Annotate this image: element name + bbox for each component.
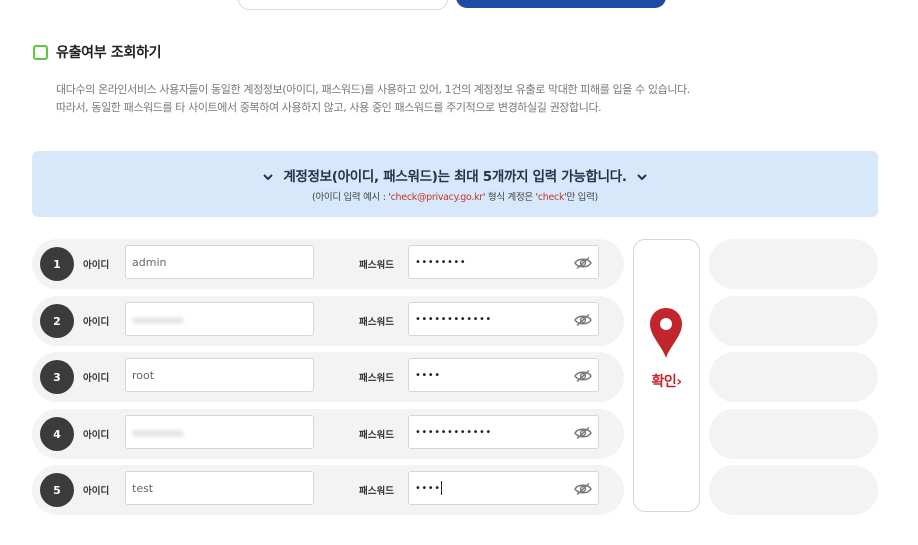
side-slot-5 (709, 465, 878, 515)
location-pin-icon (650, 308, 682, 358)
banner-subtitle: (아이디 입력 예시 : 'check@privacy.go.kr' 형식 계정… (32, 189, 878, 203)
password-value: •••• (415, 370, 441, 381)
id-label: 아이디 (83, 317, 110, 328)
account-row-2: 2 아이디 패스워드 •••••••••••• (32, 296, 624, 346)
banner-sub-suffix: '만 입력) (564, 192, 598, 203)
eye-slash-icon[interactable] (574, 369, 592, 383)
banner-sub-mid: ' 형식 계정은 ' (482, 192, 538, 203)
check-box-icon (33, 44, 48, 60)
password-input-2[interactable]: •••••••••••• (408, 302, 599, 336)
confirm-button[interactable]: 확인› (633, 239, 700, 512)
id-input-1[interactable]: admin (125, 245, 314, 279)
chevron-down-icon (636, 171, 647, 184)
eye-slash-icon[interactable] (574, 313, 592, 327)
account-row-4: 4 아이디 패스워드 •••••••••••• (32, 409, 624, 459)
account-row-1: 1 아이디 admin 패스워드 •••••••• (32, 239, 624, 289)
password-value: •••• (415, 483, 441, 494)
password-label: 패스워드 (359, 430, 394, 441)
id-label: 아이디 (83, 260, 110, 271)
info-banner[interactable]: 계정정보(아이디, 패스워드)는 최대 5개까지 입력 가능합니다. (아이디 … (32, 151, 878, 217)
top-right-button[interactable] (456, 0, 666, 8)
password-value: •••••••••••• (415, 427, 492, 438)
id-input-5[interactable]: test (125, 471, 314, 505)
banner-title: 계정정보(아이디, 패스워드)는 최대 5개까지 입력 가능합니다. (283, 169, 627, 185)
account-row-5: 5 아이디 test 패스워드 •••• (32, 465, 624, 515)
confirm-label: 확인 (651, 374, 677, 390)
account-row-3: 3 아이디 root 패스워드 •••• (32, 352, 624, 402)
eye-slash-icon[interactable] (574, 256, 592, 270)
row-number-badge: 5 (40, 473, 74, 507)
id-label: 아이디 (83, 430, 110, 441)
blurred-id-value (132, 317, 184, 324)
blurred-id-value (132, 430, 184, 437)
side-slot-4 (709, 409, 878, 459)
description-line-2: 따라서, 동일한 패스워드를 타 사이트에서 중복하여 사용하지 않고, 사용 … (56, 101, 602, 114)
row-number-badge: 1 (40, 247, 74, 281)
chevron-down-icon (263, 171, 274, 184)
id-label: 아이디 (83, 486, 110, 497)
confirm-label-wrap: 확인› (634, 371, 699, 391)
row-number-badge: 4 (40, 417, 74, 451)
password-input-3[interactable]: •••• (408, 358, 599, 392)
banner-title-wrap: 계정정보(아이디, 패스워드)는 최대 5개까지 입력 가능합니다. (32, 165, 878, 185)
side-slot-2 (709, 296, 878, 346)
id-input-3[interactable]: root (125, 358, 314, 392)
password-input-5[interactable]: •••• (408, 471, 599, 505)
section-header: 유출여부 조회하기 (33, 42, 162, 62)
side-slot-3 (709, 352, 878, 402)
chevron-right-icon: › (676, 374, 682, 390)
password-input-1[interactable]: •••••••• (408, 245, 599, 279)
banner-sub-example: check@privacy.go.kr (390, 192, 484, 203)
description-line-1: 대다수의 온라인서비스 사용자들이 동일한 계정정보(아이디, 패스워드)를 사… (56, 83, 690, 96)
password-label: 패스워드 (359, 260, 394, 271)
id-input-4[interactable] (125, 415, 314, 449)
password-value: •••••••••••• (415, 314, 492, 325)
section-title: 유출여부 조회하기 (56, 45, 162, 61)
id-label: 아이디 (83, 373, 110, 384)
password-label: 패스워드 (359, 317, 394, 328)
side-slot-1 (709, 239, 878, 289)
eye-slash-icon[interactable] (574, 482, 592, 496)
eye-slash-icon[interactable] (574, 426, 592, 440)
password-input-4[interactable]: •••••••••••• (408, 415, 599, 449)
password-label: 패스워드 (359, 486, 394, 497)
id-input-2[interactable] (125, 302, 314, 336)
password-label: 패스워드 (359, 373, 394, 384)
banner-sub-prefix: (아이디 입력 예시 : ' (312, 192, 391, 203)
row-number-badge: 3 (40, 360, 74, 394)
row-number-badge: 2 (40, 304, 74, 338)
password-value: •••••••• (415, 257, 467, 268)
top-left-button[interactable] (238, 0, 448, 10)
banner-sub-check: check (537, 192, 565, 203)
text-caret (440, 481, 442, 495)
